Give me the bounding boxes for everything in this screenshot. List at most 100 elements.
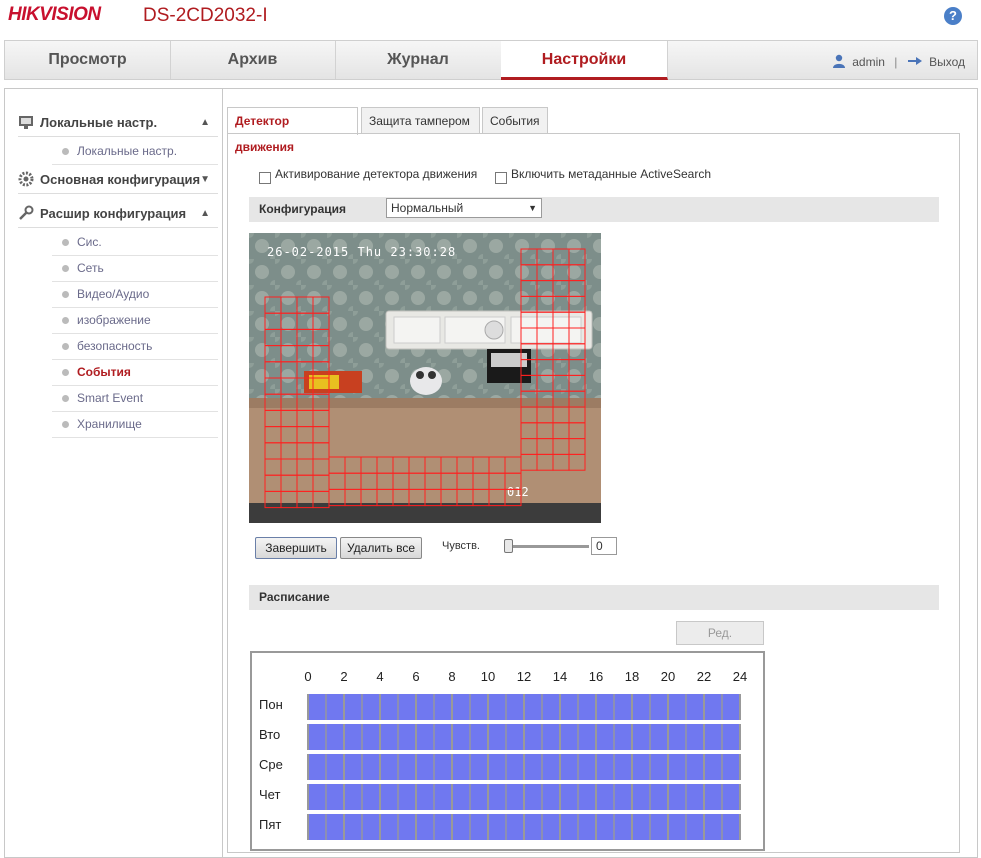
sensitivity-value[interactable]: 0 xyxy=(591,537,617,555)
schedule-hour-label: 10 xyxy=(480,669,496,684)
tab-events[interactable]: События xyxy=(482,107,548,133)
menu-advanced-config[interactable]: Расшир конфигурация ▲ xyxy=(18,201,218,228)
motion-grid-cell xyxy=(552,311,570,329)
menu-local-settings[interactable]: Локальные настр. ▲ xyxy=(18,110,218,137)
edit-schedule-button[interactable]: Ред. xyxy=(676,621,764,645)
motion-grid-cell xyxy=(488,456,506,474)
motion-grid-cell xyxy=(488,472,506,490)
menu-advanced-label: Расшир конфигурация xyxy=(40,206,187,221)
motion-grid-cell xyxy=(280,312,298,330)
tab-preview[interactable]: Просмотр xyxy=(5,41,171,79)
user-icon xyxy=(832,54,845,68)
sensitivity-slider-handle[interactable] xyxy=(504,539,513,553)
motion-grid-cell xyxy=(568,359,586,376)
sidebar-item-label: Видео/Аудио xyxy=(77,287,150,301)
motion-grid-cell xyxy=(280,442,298,460)
sidebar-item-system[interactable]: Сис. xyxy=(52,230,218,256)
motion-grid-cell xyxy=(264,458,282,476)
motion-grid-cell xyxy=(520,327,538,345)
motion-grid-cell xyxy=(264,328,282,347)
motion-grid-cell xyxy=(568,264,586,282)
menu-basic-label: Основная конфигурация xyxy=(40,172,201,187)
motion-grid-cell xyxy=(296,426,314,444)
motion-grid-cell xyxy=(376,472,394,490)
motion-grid-cell xyxy=(344,472,362,490)
sidebar-item-video-audio[interactable]: Видео/Аудио xyxy=(52,282,218,308)
menu-local-label: Локальные настр. xyxy=(40,115,158,130)
motion-grid-cell xyxy=(264,377,282,395)
motion-grid-cell xyxy=(520,343,538,361)
motion-grid-cell xyxy=(264,393,282,411)
motion-grid-cell xyxy=(568,295,586,313)
enable-motion-checkbox[interactable] xyxy=(259,172,271,184)
config-label: Конфигурация xyxy=(259,202,347,216)
sidebar-item-smart-event[interactable]: Smart Event xyxy=(52,386,218,412)
monitor-icon xyxy=(19,116,33,129)
motion-grid-cell xyxy=(552,438,570,455)
menu-basic-config[interactable]: Основная конфигурация ▼ xyxy=(18,167,218,194)
schedule-hour-label: 2 xyxy=(340,669,348,684)
motion-grid-cell xyxy=(552,390,570,408)
motion-grid-cell xyxy=(312,442,330,460)
bullet-icon xyxy=(62,395,69,402)
metadata-checkbox[interactable] xyxy=(495,172,507,184)
sensitivity-slider-track[interactable] xyxy=(509,545,589,548)
delete-all-button[interactable]: Удалить все xyxy=(340,537,422,559)
motion-grid-cell xyxy=(312,312,330,330)
tab-motion-detection[interactable]: Детектор движения xyxy=(227,107,358,154)
tab-archive[interactable]: Архив xyxy=(170,41,336,79)
help-icon[interactable]: ? xyxy=(944,7,962,25)
motion-grid-cell xyxy=(552,264,570,282)
schedule-hour-label: 0 xyxy=(304,669,312,684)
motion-grid-cell xyxy=(264,296,282,314)
motion-grid-cell xyxy=(312,426,330,444)
motion-grid-cell xyxy=(312,490,330,509)
sidebar-item-security[interactable]: безопасность xyxy=(52,334,218,360)
motion-grid-cell xyxy=(520,311,538,329)
logout-icon xyxy=(907,57,922,65)
config-select[interactable]: Нормальный ▼ xyxy=(386,198,542,218)
motion-grid-cell xyxy=(504,472,522,490)
sidebar-item-local[interactable]: Локальные настр. xyxy=(52,139,218,165)
motion-grid-cell xyxy=(280,296,298,314)
motion-grid-cell xyxy=(312,361,330,379)
motion-grid-cell xyxy=(280,458,298,476)
schedule-header: Расписание xyxy=(249,585,939,610)
motion-grid-cell xyxy=(536,264,554,282)
config-select-value: Нормальный xyxy=(391,201,464,215)
schedule-day-label: Чет xyxy=(259,787,281,802)
config-row: Конфигурация xyxy=(249,197,939,222)
motion-grid-cell xyxy=(328,456,346,474)
motion-grid-cell xyxy=(280,377,298,395)
motion-grid-cell xyxy=(520,359,538,376)
schedule-hour-label: 20 xyxy=(660,669,676,684)
motion-grid-cell xyxy=(440,456,458,474)
schedule-timeline[interactable] xyxy=(307,692,743,842)
schedule-hour-label: 16 xyxy=(588,669,604,684)
sidebar-item-storage[interactable]: Хранилище xyxy=(52,412,218,438)
motion-grid-cell xyxy=(520,280,538,297)
motion-grid-cell xyxy=(264,409,282,428)
motion-grid-cell xyxy=(360,456,378,474)
motion-grid-cell xyxy=(536,280,554,297)
enable-motion-label: Активирование детектора движения xyxy=(275,167,478,181)
main-nav: Просмотр Архив Журнал Настройки admin | … xyxy=(4,40,978,80)
sidebar-item-events[interactable]: События xyxy=(52,360,218,386)
tab-tamper-protection[interactable]: Защита тампером xyxy=(361,107,480,133)
motion-grid-cell xyxy=(296,361,314,379)
logout-link[interactable]: Выход xyxy=(929,55,965,69)
tab-journal[interactable]: Журнал xyxy=(335,41,502,79)
wrench-icon xyxy=(19,205,34,220)
motion-grid-cell xyxy=(536,359,554,376)
tab-settings[interactable]: Настройки xyxy=(501,41,668,80)
sidebar-item-network[interactable]: Сеть xyxy=(52,256,218,282)
finish-button[interactable]: Завершить xyxy=(255,537,337,559)
schedule-day-label: Пят xyxy=(259,817,282,832)
sidebar-item-image[interactable]: изображение xyxy=(52,308,218,334)
motion-grid-cell xyxy=(408,472,426,490)
motion-grid-cell xyxy=(552,359,570,376)
dropdown-arrow-icon: ▼ xyxy=(528,203,537,213)
motion-grid-cell xyxy=(264,426,282,444)
video-preview[interactable]: 26-02-2015 Thu 23:30:28 012 xyxy=(249,233,601,523)
motion-grid-cell xyxy=(568,438,586,455)
